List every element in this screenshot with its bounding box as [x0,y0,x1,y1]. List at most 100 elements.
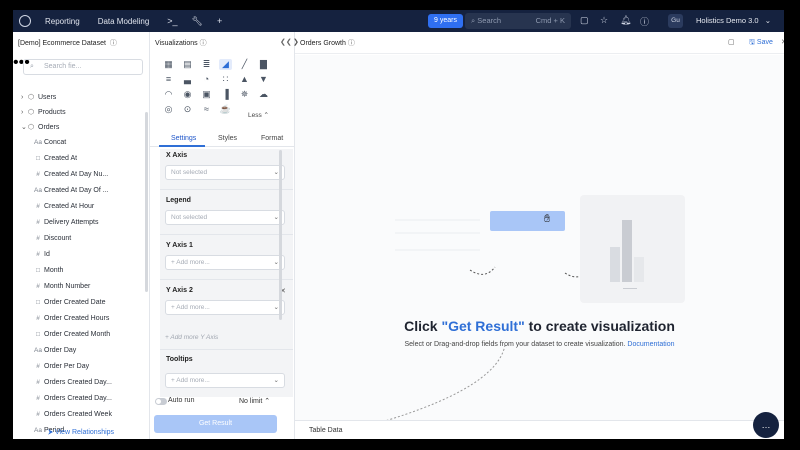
field-item[interactable]: # Id [13,247,147,263]
table-viz-icon[interactable]: ▦ [162,59,175,70]
auto-run-label: Auto run [168,397,195,404]
field-item[interactable]: # Created At Hour [13,199,147,215]
area-chart-viz-icon[interactable]: ◢ [219,59,232,70]
y-axis-1-placeholder: + Add more... [171,259,210,266]
retention-viz-icon[interactable]: ☕ [219,104,232,115]
field-item[interactable]: # Created At Day Nu... [13,167,147,183]
funnel-viz-icon[interactable]: ▼ [257,74,270,85]
legend-select[interactable]: Not selected ⌄ [165,210,285,225]
auto-run-toggle[interactable] [155,398,167,405]
pyramid-viz-icon[interactable]: ▲ [238,74,251,85]
donut-viz-icon[interactable]: ◎ [162,104,175,115]
y-axis-1-select[interactable]: + Add more... ⌄ [165,255,285,270]
field-search-input[interactable]: ⌕ Search fie... [23,59,143,75]
model-products[interactable]: › ⬡ Products [13,105,147,121]
global-search-input[interactable]: ⌕ Search Cmd + K [465,13,571,29]
save-button[interactable]: 🖫︎ Save [749,38,773,49]
map-viz-icon[interactable]: ◉ [181,89,194,100]
cloud-viz-icon[interactable]: ☁ [257,89,270,100]
tab-settings[interactable]: Settings [171,135,196,142]
tooltips-select[interactable]: + Add more... ⌄ [165,373,285,388]
bell-icon[interactable]: 🔔︎ [620,15,631,26]
add-more-y-axis-button[interactable]: + Add more Y Axis [165,334,218,341]
metric-sheet-viz-icon[interactable]: ≣ [200,59,213,70]
chat-icon[interactable]: ▢ [580,15,589,26]
info-icon[interactable]: ⓘ [110,38,117,48]
column-chart-viz-icon[interactable]: ▇ [257,59,270,70]
field-item[interactable]: # Order Created Hours [13,311,147,327]
view-relationships-link[interactable]: ⮞ View Relationships [48,429,114,437]
scatter-viz-icon[interactable]: ∷ [219,74,232,85]
terminal-icon[interactable]: >_ [167,16,177,26]
kpi-viz-icon[interactable]: ▣ [200,89,213,100]
comment-icon[interactable]: ▢ [728,38,735,46]
row-limit-select[interactable]: No limit ⌃ [239,397,270,405]
workspace-switcher[interactable]: Holistics Demo 3.0 ⌄ [696,10,771,32]
divider [160,189,293,190]
search-icon: ⌕ [30,63,34,70]
nav-data-modeling[interactable]: Data Modeling [98,17,150,26]
tab-format[interactable]: Format [261,135,283,142]
field-item[interactable]: # Month Number [13,279,147,295]
x-axis-title: X Axis [166,152,188,159]
expand-icon[interactable]: ❯ [293,38,299,46]
number-type-icon: # [36,411,40,418]
field-item[interactable]: # Discount [13,231,147,247]
sankey-viz-icon[interactable]: ≈ [200,104,213,115]
y-axis-2-select[interactable]: + Add more... ⌄ [165,300,285,315]
help-icon[interactable]: ⓘ [640,15,649,28]
plus-icon[interactable]: + [217,16,222,26]
pie-chart-viz-icon[interactable]: ◔ [200,74,213,85]
waterfall-viz-icon[interactable]: ▐ [219,89,232,100]
field-item[interactable]: □ Order Created Month [13,327,147,343]
field-item[interactable]: Aa Concat [13,135,147,151]
table-data-bar[interactable]: Table Data [295,420,784,439]
x-axis-select[interactable]: Not selected ⌄ [165,165,285,180]
collapse-icon[interactable]: ❮❮ [280,38,292,46]
nav-reporting[interactable]: Reporting [45,17,80,26]
field-item[interactable]: Aa Created At Day Of ... [13,183,147,199]
info-icon[interactable]: ⓘ [348,40,355,47]
number-type-icon: # [36,315,40,322]
pivot-viz-icon[interactable]: ▤ [181,59,194,70]
support-chat-button[interactable]: … [753,412,779,438]
field-item[interactable]: # Orders Created Week [13,407,147,423]
bar-chart-viz-icon[interactable]: ≡ [162,74,175,85]
gauge-viz-icon[interactable]: ◠ [162,89,175,100]
viz-title-label[interactable]: Orders Growth [300,40,346,47]
chevron-up-icon: ⌃ [264,398,271,405]
field-item[interactable]: □ Month [13,263,147,279]
field-item[interactable]: □ Created At [13,151,147,167]
less-toggle[interactable]: Less ⌃ [248,111,269,119]
wrench-icon[interactable]: 🔧︎ [192,16,203,27]
info-icon[interactable]: ⓘ [200,40,207,47]
dataset-title[interactable]: [Demo] Ecommerce Dataset [18,40,106,47]
model-users[interactable]: › ⬡ Users [13,90,147,106]
bubble-viz-icon[interactable]: ⊙ [181,104,194,115]
combo-chart-viz-icon[interactable]: ▃ [181,74,194,85]
holistics-logo-icon[interactable] [19,15,31,27]
radar-viz-icon[interactable]: ✵ [238,89,251,100]
settings-scrollbar[interactable] [279,150,282,320]
star-icon[interactable]: ☆ [600,15,608,26]
model-orders[interactable]: ⌄ ⬡ Orders [13,120,147,136]
empty-state-illustration [386,219,594,420]
field-item[interactable]: Aa Order Day [13,343,147,359]
field-item[interactable]: # Orders Created Day... [13,375,147,391]
tab-styles[interactable]: Styles [218,135,237,142]
close-icon[interactable]: ✕ [781,38,784,46]
viz-settings-tabs: Settings Styles Format [150,131,295,147]
dataset-scrollbar[interactable] [145,112,148,292]
years-badge[interactable]: 9 years [428,14,463,28]
field-item[interactable]: # Orders Created Day... [13,391,147,407]
field-item[interactable]: # Delivery Attempts [13,215,147,231]
divider [160,349,293,350]
get-result-button[interactable]: Get Result [154,415,277,433]
cta-highlight: "Get Result" [441,318,525,334]
field-item[interactable]: □ Order Created Date [13,295,147,311]
field-item[interactable]: # Order Per Day [13,359,147,375]
avatar[interactable]: Gu [668,14,683,28]
documentation-link[interactable]: Documentation [627,341,674,348]
line-chart-viz-icon[interactable]: ╱ [238,59,251,70]
field-label: Order Day [44,347,77,354]
